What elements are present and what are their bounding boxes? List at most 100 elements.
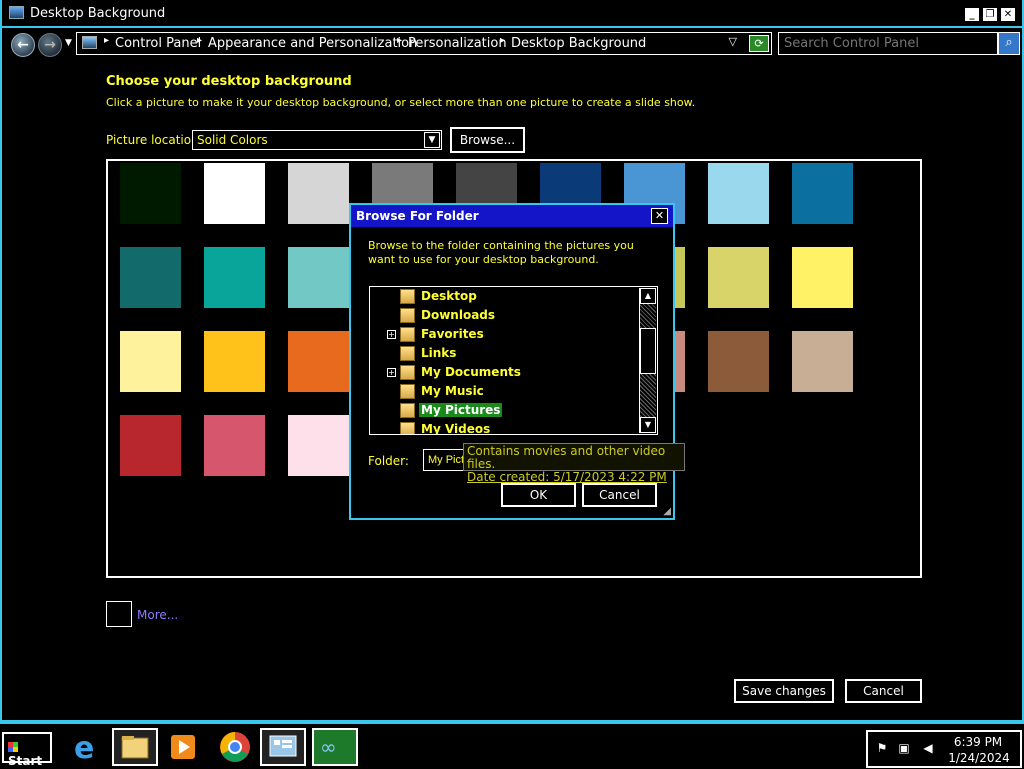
start-label: Start xyxy=(8,754,43,768)
color-swatch[interactable] xyxy=(708,247,769,308)
control-panel-window-icon xyxy=(9,6,24,19)
picture-location-value: Solid Colors xyxy=(197,133,268,147)
browse-button[interactable]: Browse... xyxy=(450,127,525,153)
clock-date[interactable]: 1/24/2024 xyxy=(944,751,1014,765)
tree-item[interactable]: + Favorites xyxy=(370,325,640,344)
breadcrumb-desktop-background[interactable]: Desktop Background xyxy=(511,36,646,51)
tree-item[interactable]: + My Documents xyxy=(370,363,640,382)
breadcrumb-appearance[interactable]: Appearance and Personalization xyxy=(208,36,417,51)
color-swatch[interactable] xyxy=(120,415,181,476)
chevron-right-icon[interactable]: ▸ xyxy=(197,35,202,46)
color-swatch[interactable] xyxy=(204,163,265,224)
color-swatch[interactable] xyxy=(120,331,181,392)
picture-location-dropdown[interactable]: Solid Colors ▼ xyxy=(192,130,442,150)
dialog-cancel-button[interactable]: Cancel xyxy=(582,483,657,507)
search-icon[interactable]: ⌕ xyxy=(998,32,1020,55)
tree-item[interactable]: Links xyxy=(370,344,640,363)
color-swatch[interactable] xyxy=(120,247,181,308)
folder-icon xyxy=(400,384,415,399)
taskbar: Start e ∞ ⚑ ▣ ◀ 6:39 PM 1/24/2024 xyxy=(0,722,1024,768)
start-button[interactable]: Start xyxy=(2,732,52,768)
search-input[interactable] xyxy=(778,32,998,55)
chevron-right-icon[interactable]: ▸ xyxy=(500,35,505,46)
tree-item[interactable]: Desktop xyxy=(370,287,640,306)
folder-label: Folder: xyxy=(368,454,409,468)
color-swatch[interactable] xyxy=(792,247,853,308)
address-bar[interactable]: ▸ Control Panel ▸ Appearance and Persona… xyxy=(76,32,772,55)
more-colors-link[interactable]: More... xyxy=(137,608,178,622)
file-explorer-icon[interactable] xyxy=(112,728,158,766)
folder-icon xyxy=(400,308,415,323)
color-swatch[interactable] xyxy=(708,331,769,392)
folder-icon xyxy=(400,327,415,342)
color-swatch[interactable] xyxy=(288,331,349,392)
tree-item[interactable]: My Videos xyxy=(370,420,640,435)
media-player-icon[interactable] xyxy=(160,728,206,766)
close-button[interactable]: ✕ xyxy=(1000,7,1016,22)
chevron-right-icon[interactable]: ▸ xyxy=(397,35,402,46)
recent-pages-chevron-icon[interactable]: ▼ xyxy=(65,38,72,48)
volume-muted-icon[interactable]: ◀ xyxy=(920,741,936,757)
tree-item-label: My Pictures xyxy=(419,403,503,417)
color-swatch[interactable] xyxy=(204,415,265,476)
tree-item[interactable]: My Pictures xyxy=(370,401,640,420)
back-arrow-icon[interactable]: ← xyxy=(11,33,35,57)
tree-item-label: My Music xyxy=(421,384,484,398)
tree-item-label: Downloads xyxy=(421,308,496,322)
infinity-app-icon[interactable]: ∞ xyxy=(312,728,358,766)
svg-text:e: e xyxy=(74,731,94,766)
tree-item[interactable]: My Music xyxy=(370,382,640,401)
folder-tree[interactable]: Desktop Downloads + Favorites Links + My Docum… xyxy=(369,286,658,435)
resize-grip-icon[interactable]: ◢ xyxy=(663,506,671,517)
tree-item-label: Favorites xyxy=(421,327,484,341)
color-swatch[interactable] xyxy=(288,163,349,224)
breadcrumb-control-panel[interactable]: Control Panel xyxy=(115,36,201,51)
cancel-button[interactable]: Cancel xyxy=(845,679,922,703)
color-swatch[interactable] xyxy=(708,163,769,224)
color-swatch[interactable] xyxy=(792,331,853,392)
network-icon[interactable]: ▣ xyxy=(896,741,912,757)
color-swatch[interactable] xyxy=(120,163,181,224)
expand-icon[interactable]: + xyxy=(387,368,396,377)
color-swatch[interactable] xyxy=(288,415,349,476)
control-panel-icon[interactable] xyxy=(260,728,306,766)
tooltip-description: Contains movies and other video files. xyxy=(467,444,666,471)
tree-item-label: Links xyxy=(421,346,457,360)
chrome-icon[interactable] xyxy=(212,728,258,766)
color-swatch[interactable] xyxy=(204,247,265,308)
folder-icon xyxy=(400,422,415,434)
tree-item-label: My Videos xyxy=(421,422,491,435)
clock-time[interactable]: 6:39 PM xyxy=(948,735,1008,749)
close-icon[interactable]: ✕ xyxy=(651,208,668,224)
tree-scrollbar[interactable]: ▲ ▼ xyxy=(639,288,656,433)
scroll-up-icon[interactable]: ▲ xyxy=(640,288,656,304)
breadcrumb-personalization[interactable]: Personalization xyxy=(408,36,507,51)
scroll-down-icon[interactable]: ▼ xyxy=(640,417,656,433)
more-colors-swatch[interactable] xyxy=(106,601,132,627)
color-swatch[interactable] xyxy=(204,331,265,392)
minimize-button[interactable]: _ xyxy=(964,7,980,22)
chevron-right-icon[interactable]: ▸ xyxy=(104,35,109,46)
picture-location-label: Picture location: xyxy=(106,133,203,147)
save-changes-button[interactable]: Save changes xyxy=(734,679,834,703)
refresh-icon[interactable]: ⟳ xyxy=(749,35,769,52)
restore-button[interactable]: ❐ xyxy=(982,7,998,22)
folder-tooltip: Contains movies and other video files. D… xyxy=(463,443,685,484)
folder-icon xyxy=(400,365,415,380)
color-swatch[interactable] xyxy=(792,163,853,224)
tree-item[interactable]: Downloads xyxy=(370,306,640,325)
folder-icon xyxy=(400,403,415,418)
tooltip-date: Date created: 5/17/2023 4:22 PM xyxy=(467,470,667,484)
action-center-flag-icon[interactable]: ⚑ xyxy=(874,741,890,757)
scroll-thumb[interactable] xyxy=(640,328,656,374)
folder-icon xyxy=(400,346,415,361)
chevron-down-icon[interactable]: ▽ xyxy=(729,35,737,48)
expand-icon[interactable]: + xyxy=(387,330,396,339)
chevron-down-icon[interactable]: ▼ xyxy=(424,132,440,148)
windows-logo-icon xyxy=(8,742,18,752)
forward-arrow-icon[interactable]: → xyxy=(38,33,62,57)
internet-explorer-icon[interactable]: e xyxy=(64,728,110,766)
folder-icon xyxy=(400,289,415,304)
ok-button[interactable]: OK xyxy=(501,483,576,507)
color-swatch[interactable] xyxy=(288,247,349,308)
